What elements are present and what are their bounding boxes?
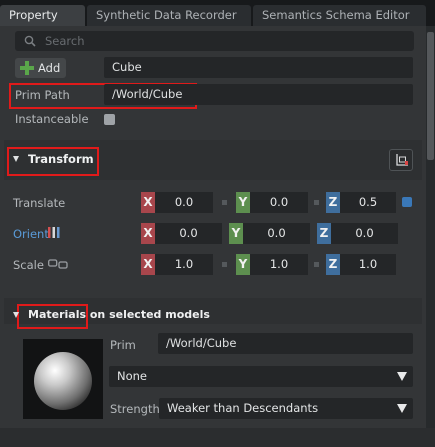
plus-icon (20, 61, 34, 75)
orient-x-field[interactable]: 0.0 (155, 223, 222, 244)
add-button-label: Add (38, 61, 61, 75)
strength-select[interactable]: Weaker than Descendants (159, 398, 413, 419)
scale-y-field[interactable]: 1.0 (250, 254, 308, 275)
translate-x-field[interactable]: 0.0 (155, 192, 213, 213)
orient-z-field[interactable]: 0.0 (331, 223, 398, 244)
scale-z-field[interactable]: 1.0 (340, 254, 396, 275)
scale-x-axis-label: X (141, 254, 155, 275)
collapse-triangle-icon[interactable] (13, 312, 19, 318)
scale-x-field[interactable]: 1.0 (155, 254, 213, 275)
prim-path-label: Prim Path (15, 88, 70, 102)
materials-title: Materials on selected models (28, 308, 210, 321)
field-separator (314, 200, 319, 205)
orient-y-axis-label: Y (229, 223, 243, 244)
transform-gizmo-button[interactable] (389, 149, 413, 171)
transform-title: Transform (28, 152, 94, 166)
field-separator (222, 262, 227, 267)
collapse-triangle-icon[interactable] (13, 156, 19, 162)
property-panel: Search Add Cube Prim Path /World/Cube In… (0, 26, 426, 428)
material-preview (23, 339, 103, 419)
tab-semantics-schema-editor[interactable]: Semantics Schema Editor (253, 5, 426, 26)
orient-z-axis-label: Z (317, 223, 331, 244)
strength-label: Strength (110, 402, 160, 416)
instanceable-label: Instanceable (15, 112, 89, 126)
material-select-value: None (117, 369, 148, 383)
material-prim-field[interactable]: /World/Cube (158, 333, 413, 354)
transform-gizmo-icon (396, 154, 408, 166)
dropdown-arrow-icon (397, 404, 407, 413)
prim-name-field[interactable]: Cube (104, 57, 413, 78)
tab-synthetic-data-recorder[interactable]: Synthetic Data Recorder (87, 5, 251, 26)
translate-y-field[interactable]: 0.0 (250, 192, 308, 213)
animation-key-icon[interactable] (402, 197, 412, 207)
tab-bar: Property Synthetic Data Recorder Semanti… (0, 0, 435, 26)
prim-path-field[interactable]: /World/Cube (104, 84, 413, 105)
orient-x-axis-label: X (141, 223, 155, 244)
translate-y-axis-label: Y (236, 192, 250, 213)
material-prim-label: Prim (110, 338, 136, 352)
orient-y-field[interactable]: 0.0 (243, 223, 310, 244)
orient-mode-icon[interactable] (48, 227, 60, 238)
material-select[interactable]: None (109, 366, 413, 387)
vertical-scrollbar[interactable] (426, 26, 435, 428)
instanceable-checkbox[interactable] (104, 114, 115, 125)
tab-property[interactable]: Property (0, 5, 85, 26)
search-icon (24, 35, 36, 47)
strength-select-value: Weaker than Descendants (167, 401, 319, 415)
translate-x-axis-label: X (141, 192, 155, 213)
field-separator (314, 262, 319, 267)
search-input[interactable]: Search (15, 31, 414, 51)
field-separator (222, 200, 227, 205)
translate-z-field[interactable]: 0.5 (340, 192, 396, 213)
scale-z-axis-label: Z (326, 254, 340, 275)
translate-label: Translate (13, 196, 66, 210)
scale-label: Scale (13, 258, 44, 272)
material-sphere-icon (34, 352, 92, 410)
scale-y-axis-label: Y (236, 254, 250, 275)
scrollbar-thumb[interactable] (427, 32, 434, 160)
dropdown-arrow-icon (397, 372, 407, 381)
orient-label[interactable]: Orient (13, 227, 49, 241)
search-placeholder: Search (45, 34, 85, 48)
link-scale-icon[interactable] (48, 259, 68, 269)
bottom-bar (0, 428, 435, 447)
translate-z-axis-label: Z (326, 192, 340, 213)
add-button[interactable]: Add (15, 58, 66, 78)
